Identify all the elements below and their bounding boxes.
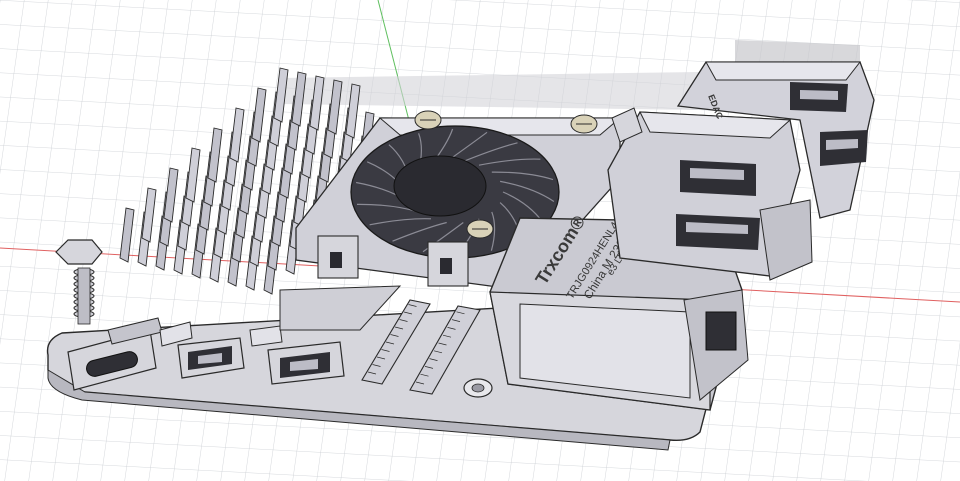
ghost-shadow <box>280 72 700 110</box>
3d-model-view[interactable]: Trxcom® TRJG0924HENL4R China M 2322 e3 L… <box>0 0 960 481</box>
usb-a-port-icon[interactable] <box>607 111 813 281</box>
cad-viewport[interactable]: Trxcom® TRJG0924HENL4R China M 2322 e3 L… <box>0 0 960 481</box>
